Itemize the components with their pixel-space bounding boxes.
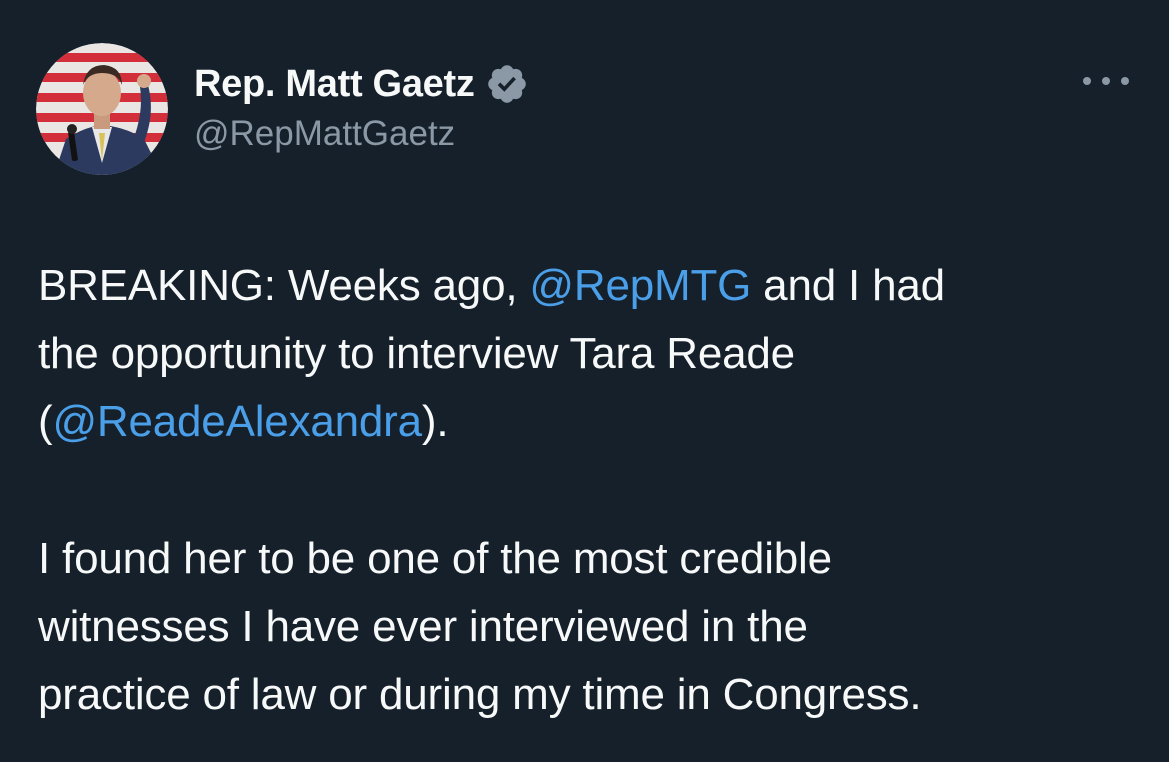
tweet-paragraph-1: BREAKING: Weeks ago, @RepMTG and I had t… xyxy=(38,252,1138,456)
avatar[interactable] xyxy=(36,43,168,175)
more-dot xyxy=(1121,77,1129,85)
tweet-text: BREAKING: Weeks ago, @RepMTG and I had t… xyxy=(38,252,1138,729)
user-handle[interactable]: @RepMattGaetz xyxy=(194,114,529,154)
avatar-image xyxy=(36,43,168,175)
tweet-text-segment: BREAKING: Weeks ago, xyxy=(38,261,530,310)
tweet-text-segment: ( xyxy=(38,397,53,446)
tweet-paragraph-2: I found her to be one of the most credib… xyxy=(38,525,1138,729)
tweet-text-segment: witnesses I have ever interviewed in the xyxy=(38,602,808,651)
name-row: Rep. Matt Gaetz xyxy=(194,58,529,110)
author-info: Rep. Matt Gaetz @RepMattGaetz xyxy=(194,58,529,154)
more-dot xyxy=(1083,77,1091,85)
tweet-text-segment: and I had xyxy=(751,261,945,310)
tweet-text-segment: practice of law or during my time in Con… xyxy=(38,670,922,719)
verified-badge-icon xyxy=(485,62,529,106)
tweet-text-segment: ). xyxy=(421,397,449,446)
tweet-text-segment: I found her to be one of the most credib… xyxy=(38,534,832,583)
display-name[interactable]: Rep. Matt Gaetz xyxy=(194,63,475,106)
tweet-card: Rep. Matt Gaetz @RepMattGaetz BREAKING: … xyxy=(0,0,1169,762)
more-options-icon[interactable] xyxy=(1083,66,1129,96)
mention-link-readealexandra[interactable]: @ReadeAlexandra xyxy=(52,397,422,446)
tweet-text-segment: the opportunity to interview Tara Reade xyxy=(38,329,795,378)
mention-link-repmtg[interactable]: @RepMTG xyxy=(529,261,751,310)
more-dot xyxy=(1102,77,1110,85)
